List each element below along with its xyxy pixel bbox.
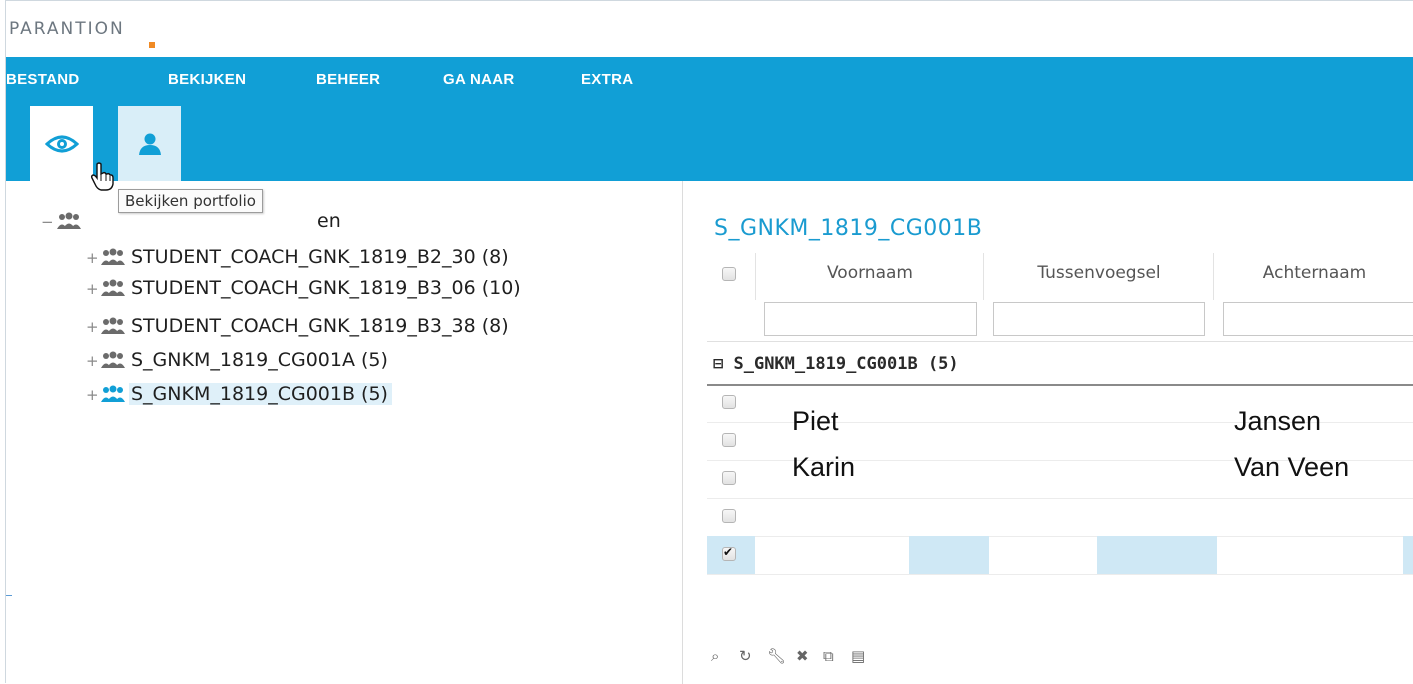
column-header-tussenvoegsel[interactable]: Tussenvoegsel: [983, 253, 1214, 300]
expand-icon[interactable]: +: [86, 352, 99, 370]
menu-extra[interactable]: EXTRA: [581, 71, 633, 88]
view-portfolio-button[interactable]: [30, 106, 93, 181]
group-icon: [100, 317, 126, 340]
tree-root-label: en: [317, 210, 341, 232]
row-checkbox[interactable]: [722, 509, 736, 523]
group-icon: [100, 385, 126, 408]
logo-accent-dot: [149, 42, 155, 48]
group-header-label: ⊟ S_GNKM_1819_CG001B (5): [713, 354, 959, 374]
tree-item-selected[interactable]: + S_GNKM_1819_CG001B (5): [86, 383, 676, 407]
cell-achternaam: Jansen: [1234, 406, 1322, 436]
grid-filter-row: [707, 300, 1413, 340]
expand-icon[interactable]: +: [86, 318, 99, 336]
group-icon: [100, 248, 126, 271]
tree-item-label: STUDENT_COACH_GNK_1819_B3_06 (10): [131, 277, 521, 299]
menu-bar: BESTAND BEKIJKEN BEHEER GA NAAR EXTRA: [6, 57, 1413, 102]
tree-item-label: STUDENT_COACH_GNK_1819_B3_38 (8): [131, 315, 509, 337]
menu-bekijken[interactable]: BEKIJKEN: [168, 71, 246, 88]
column-header-achternaam[interactable]: Achternaam: [1213, 253, 1413, 300]
search-icon[interactable]: ⌕: [711, 647, 719, 665]
grid-header-row: Voornaam Tussenvoegsel Achternaam: [707, 253, 1413, 300]
toolbar: [6, 102, 1413, 181]
app-logo: PARANTION: [9, 19, 125, 39]
hand-cursor-icon: [90, 162, 114, 191]
cell-highlight: [1097, 536, 1217, 574]
expand-icon[interactable]: +: [86, 386, 99, 404]
copy-icon[interactable]: ⧉: [823, 647, 834, 665]
column-header-voornaam[interactable]: Voornaam: [755, 253, 984, 300]
user-button[interactable]: [118, 106, 181, 181]
tree-item[interactable]: + STUDENT_COACH_GNK_1819_B2_30 (8): [86, 246, 676, 270]
cell-highlight: [909, 536, 989, 574]
collapse-icon[interactable]: −: [41, 213, 54, 231]
group-icon: [100, 279, 126, 302]
menu-ga-naar[interactable]: GA NAAR: [443, 71, 515, 88]
menu-beheer[interactable]: BEHEER: [316, 71, 380, 88]
group-icon: [100, 351, 126, 374]
tree-item[interactable]: + STUDENT_COACH_GNK_1819_B3_06 (10): [86, 277, 676, 301]
expand-icon[interactable]: +: [86, 280, 99, 298]
table-row[interactable]: [707, 498, 1413, 537]
select-all-checkbox[interactable]: [722, 267, 736, 281]
cell-voornaam: Karin: [792, 452, 856, 482]
refresh-icon[interactable]: ↻: [739, 647, 752, 665]
cell-achternaam: Van Veen: [1234, 452, 1350, 482]
cell-voornaam: Piet: [792, 406, 839, 436]
row-checkbox[interactable]: [722, 395, 736, 409]
delete-icon[interactable]: ✖: [796, 647, 809, 665]
row-checkbox-checked[interactable]: [722, 545, 736, 561]
filter-achternaam-input[interactable]: [1223, 302, 1413, 336]
tree-item-label: S_GNKM_1819_CG001B (5): [129, 383, 392, 405]
row-checkbox[interactable]: [722, 433, 736, 447]
row-checkbox[interactable]: [722, 471, 736, 485]
filter-voornaam-input[interactable]: [764, 302, 977, 336]
tree-item-label: S_GNKM_1819_CG001A (5): [131, 349, 388, 371]
group-icon: [56, 212, 82, 235]
wrench-icon[interactable]: 🔧︎: [767, 647, 786, 665]
eye-icon: [44, 135, 79, 152]
tooltip: Bekijken portfolio: [118, 189, 263, 213]
tree-item[interactable]: + STUDENT_COACH_GNK_1819_B3_38 (8): [86, 315, 676, 339]
app-window: PARANTION BESTAND BEKIJKEN BEHEER GA NAA…: [5, 0, 1413, 684]
tree-item[interactable]: + S_GNKM_1819_CG001A (5): [86, 349, 676, 373]
group-header-row[interactable]: ⊟ S_GNKM_1819_CG001B (5): [707, 341, 1413, 386]
person-icon: [138, 133, 161, 155]
cell-highlight: [1403, 536, 1413, 574]
tree-root[interactable]: − en: [41, 210, 341, 234]
filter-tussenvoegsel-input[interactable]: [993, 302, 1205, 336]
tree-item-label: STUDENT_COACH_GNK_1819_B2_30 (8): [131, 246, 509, 268]
table-row-selected[interactable]: [707, 536, 1413, 575]
expand-icon[interactable]: +: [86, 249, 99, 267]
menu-bestand[interactable]: BESTAND: [6, 71, 80, 88]
save-icon[interactable]: ▤: [851, 647, 865, 665]
panel-title: S_GNKM_1819_CG001B: [714, 216, 983, 241]
